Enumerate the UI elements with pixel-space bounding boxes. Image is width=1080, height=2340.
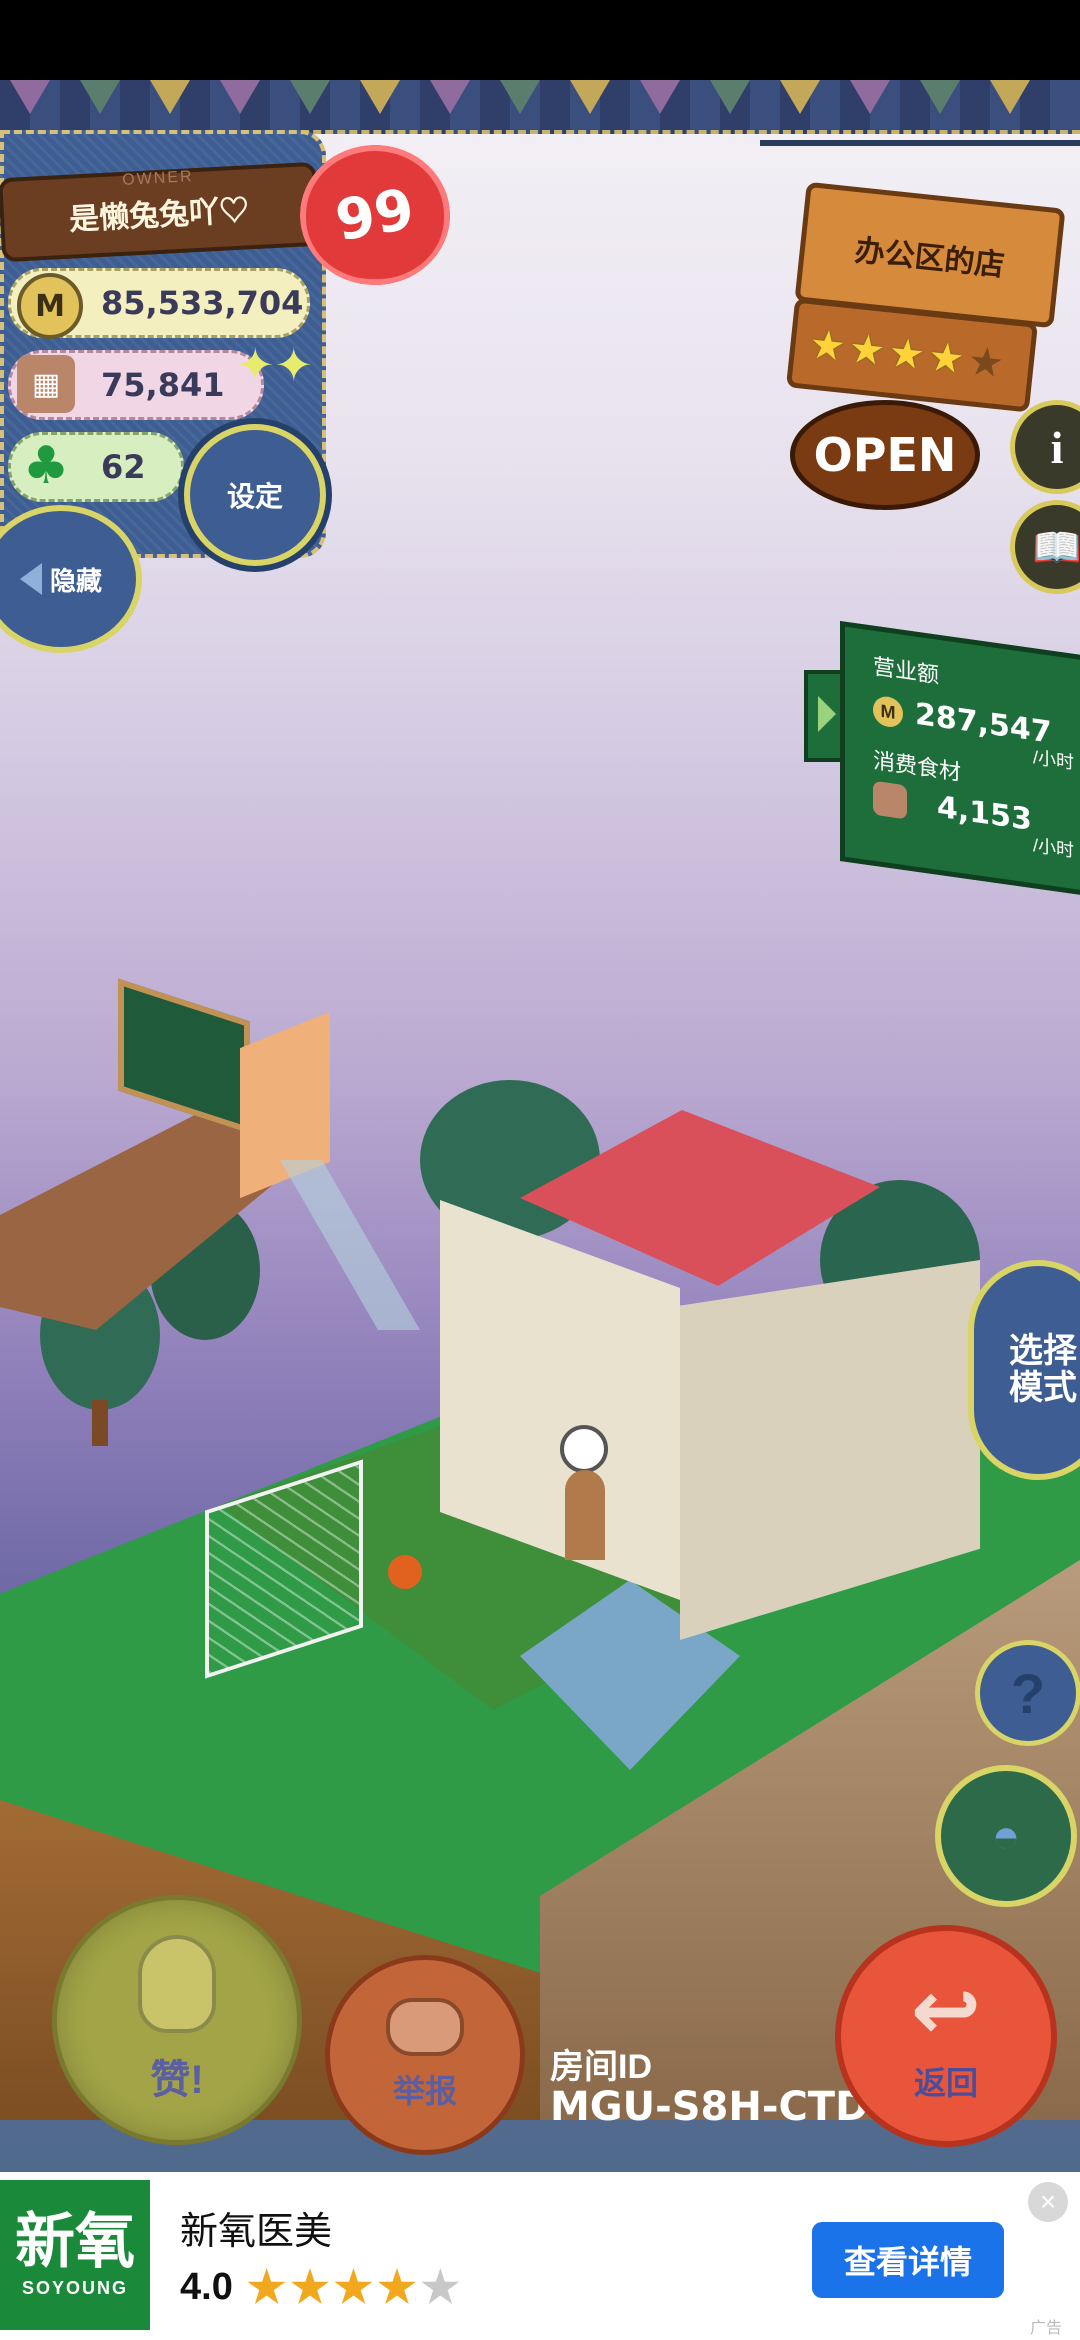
basketball[interactable] [388,1555,422,1589]
ad-cta-button[interactable]: 查看详情 [812,2222,1004,2298]
like-hand-icon [138,1935,216,2033]
star-icon: ★ [333,2263,378,2312]
food-counter: ▦ 75,841 [8,350,264,420]
game-scene[interactable]: OWNER 是懒兔兔吖♡ 99 M 85,533,704 ▦ 75,841 ✦✦… [0,80,1080,2172]
close-icon[interactable]: × [1028,2182,1068,2222]
question-icon: ? [1010,1661,1046,1725]
report-button[interactable]: 举报 [325,1955,525,2155]
star-icon: ★ [807,322,848,370]
like-button[interactable]: 赞! [52,1895,302,2145]
coin-icon: M [873,694,903,729]
select-mode-button[interactable]: 选择 模式 [968,1260,1080,1480]
room-id-label: 房间ID [550,2048,652,2086]
info-icon: i [1050,421,1064,473]
like-label: 赞! [150,2058,204,2102]
hide-label: 隐藏 [49,565,102,596]
food-basket-icon [873,780,907,820]
star-icon: ★ [846,326,888,375]
book-button[interactable]: 📖 [1010,500,1080,594]
clover-icon: ♣ [22,436,70,496]
revenue-value: 287,547 [915,696,1052,751]
sparkle-icon: ✦✦ [236,339,314,391]
select-mode-label: 选择 模式 [1009,1331,1077,1407]
ufo-icon: ◓ [991,1809,1021,1863]
coins-value: 85,533,704 [101,284,304,322]
house-door[interactable] [565,1470,605,1560]
bunting-decoration [0,80,1080,134]
revenue-unit: /小时 [1033,747,1075,773]
room-id-value: MGU-S8H-CTD [550,2083,869,2130]
tree-trunk [92,1400,108,1446]
ad-title[interactable]: 新氧医美 [180,2200,332,2255]
star-icon: ★ [290,2263,334,2312]
ad-tag: 广告 [1030,2320,1063,2337]
star-empty-icon: ★ [420,2263,465,2312]
owner-name: 是懒兔兔吖♡ [68,194,250,237]
shop-status: OPEN [813,428,957,482]
food-basket-icon: ▦ [17,355,75,413]
back-label: 返回 [913,2065,978,2101]
settings-label: 设定 [226,481,283,512]
food-consumption-label: 消费食材 [873,747,962,786]
ad-banner[interactable]: 新氧 SOYOUNG 新氧医美 4.0 ★★★★★ 查看详情 × [0,2172,1080,2340]
help-button[interactable]: ? [975,1640,1080,1746]
settings-button[interactable]: 设定 [184,424,326,566]
status-bar [0,0,1080,80]
star-icon: ★ [886,330,927,379]
room-id: 房间ID MGU-S8H-CTD [550,2048,869,2130]
coins-counter: M 85,533,704 [8,268,310,339]
star-icon: ★ [926,334,967,383]
owner-nameplate[interactable]: OWNER 是懒兔兔吖♡ [0,161,320,263]
owner-level: 99 [330,176,420,254]
ad-logo-text: 新氧 [15,2207,135,2275]
ad-stars: ★★★★★ [247,2262,464,2313]
blackboard[interactable] [118,978,250,1134]
ad-logo[interactable]: 新氧 SOYOUNG [0,2180,150,2330]
report-label: 举报 [392,2073,457,2109]
ad-rating: 4.0 ★★★★★ [180,2262,464,2313]
ufo-button[interactable]: ◓ [935,1765,1077,1907]
owner-label: OWNER [121,168,194,189]
star-icon: ★ [377,2263,421,2312]
sign-bracket [760,140,1080,176]
star-icon: ★ [246,2263,291,2312]
clover-value: 62 [101,448,146,486]
return-arrow-icon: ↩ [910,1961,982,2059]
open-status-sign[interactable]: OPEN [790,400,980,510]
ad-rating-value: 4.0 [180,2266,233,2308]
glass-stairs[interactable] [280,1160,420,1330]
clover-counter: ♣ 62 [8,432,184,502]
level-heart-badge: 99 [300,145,450,285]
arrow-left-icon [19,563,42,595]
ad-logo-subtext: SOYOUNG [21,2277,128,2298]
food-consumption-value: 4,153 [937,789,1032,838]
food-consumption-unit: /小时 [1033,835,1075,861]
revenue-board[interactable]: 营业额 M 287,547 /小时 消费食材 4,153 /小时 [840,621,1080,899]
clock-icon [560,1425,608,1473]
food-value: 75,841 [101,366,225,404]
coin-icon: M [17,273,83,339]
back-button[interactable]: ↩ 返回 [835,1925,1057,2147]
star-empty-icon: ★ [965,339,1007,387]
book-icon: 📖 [1032,525,1080,570]
info-button[interactable]: i [1010,400,1080,494]
whistle-icon [386,1998,464,2056]
revenue-label: 营业额 [873,653,940,688]
shop-name: 办公区的店 [853,234,1006,283]
